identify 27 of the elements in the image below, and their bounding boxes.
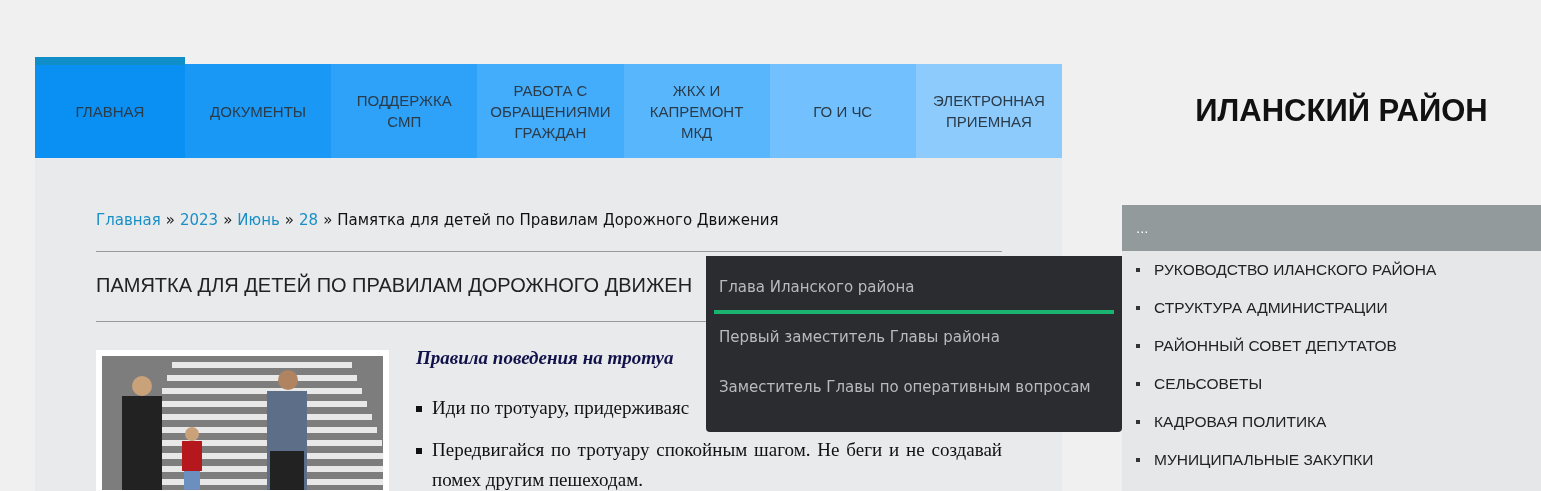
breadcrumb-current: Памятка для детей по Правилам Дорожного Движения bbox=[337, 211, 779, 229]
breadcrumb-separator: » bbox=[223, 211, 233, 229]
nav-tab[interactable]: ГЛАВНАЯ bbox=[35, 57, 185, 158]
breadcrumb-separator: » bbox=[284, 211, 295, 229]
bullet-text: Иди по тротуару, придерживаяс bbox=[432, 396, 690, 420]
nav-tab[interactable]: ДОКУМЕНТЫ bbox=[185, 64, 332, 158]
sidebar-header: ... bbox=[1122, 205, 1541, 251]
sidebar-item[interactable]: КАДРОВАЯ ПОЛИТИКА bbox=[1122, 403, 1541, 441]
nav-tab[interactable]: ЖКХ И КАПРЕМОНТ МКД bbox=[623, 64, 770, 158]
sidebar-item[interactable]: МУНИЦИПАЛЬНЫЕ ЗАКУПКИ bbox=[1122, 441, 1541, 479]
sidebar-item[interactable]: СЕЛЬСОВЕТЫ bbox=[1122, 365, 1541, 403]
breadcrumb-separator: » bbox=[323, 211, 333, 229]
bullet-icon bbox=[416, 448, 422, 454]
sidebar-item[interactable]: РУКОВОДСТВО ИЛАНСКОГО РАЙОНА bbox=[1122, 251, 1541, 289]
dropdown-item[interactable]: Глава Иланского района bbox=[714, 264, 1114, 314]
nav-tab[interactable]: ГО И ЧС bbox=[769, 64, 916, 158]
site-title: ИЛАНСКИЙ РАЙОН bbox=[1194, 93, 1489, 130]
bullet-text: Передвигайся по тротуару спокойным шагом. Не беги и не создавай помех другим пешеходам. bbox=[432, 438, 1002, 491]
sidebar-item[interactable]: СТРУКТУРА АДМИНИСТРАЦИИ bbox=[1122, 289, 1541, 327]
sidebar-item[interactable]: РАЙОННЫЙ СОВЕТ ДЕПУТАТОВ bbox=[1122, 327, 1541, 365]
breadcrumb-separator: » bbox=[165, 211, 175, 229]
bullet-icon bbox=[416, 406, 422, 412]
nav-tab[interactable]: ПОДДЕРЖКА СМП bbox=[331, 64, 478, 158]
article-subtitle: Правила поведения на тротуа bbox=[416, 347, 675, 369]
nav-tab[interactable]: РАБОТА С ОБРАЩЕНИЯМИ ГРАЖДАН bbox=[477, 64, 624, 158]
nav-tab[interactable]: ЭЛЕКТРОННАЯ ПРИЕМНАЯ bbox=[915, 64, 1063, 158]
dropdown-item[interactable]: Заместитель Главы по оперативным вопросам bbox=[714, 364, 1114, 414]
